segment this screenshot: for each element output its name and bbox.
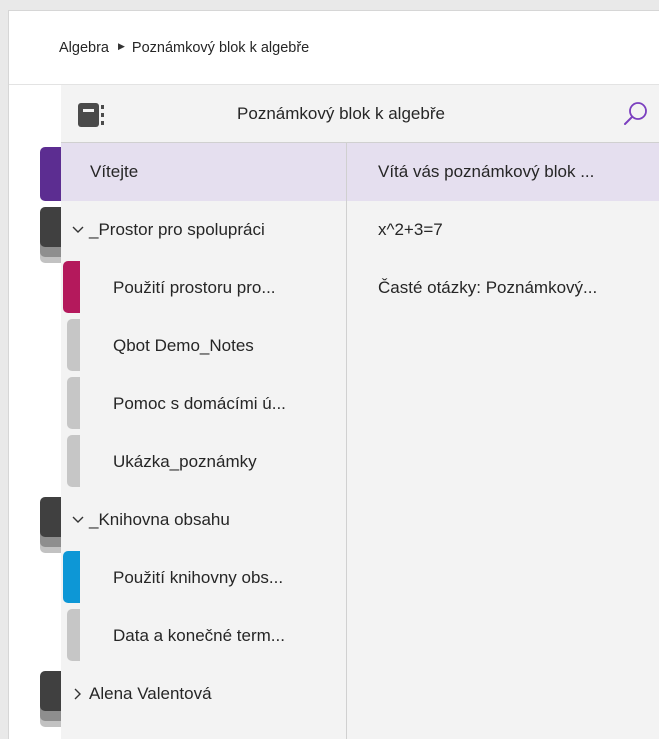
notebook-header: Poznámkový blok k algebře: [61, 85, 659, 143]
content-group-tab-stack: [40, 497, 61, 553]
section-label: Vítejte: [90, 162, 139, 181]
section-group-collab[interactable]: _Prostor pro spolupráci: [61, 201, 346, 259]
section-item[interactable]: Data a konečné term...: [61, 607, 346, 665]
section-color-tab: [67, 609, 80, 661]
chevron-down-icon[interactable]: [67, 516, 89, 524]
section-label: Pomoc s domácími ú...: [113, 394, 286, 413]
page-item[interactable]: x^2+3=7: [347, 201, 659, 259]
breadcrumb-notebook[interactable]: Poznámkový blok k algebře: [132, 40, 309, 56]
section-item[interactable]: Použití prostoru pro...: [61, 259, 346, 317]
chevron-down-icon[interactable]: [67, 226, 89, 234]
section-group-label: _Knihovna obsahu: [89, 510, 230, 529]
section-color-tab: [67, 435, 80, 487]
sections-list: Vítejte _Prostor pro spolupráci Použití …: [61, 143, 346, 739]
section-welcome[interactable]: Vítejte: [61, 143, 346, 201]
page-item[interactable]: Vítá vás poznámkový blok ...: [347, 143, 659, 201]
section-color-tab: [67, 319, 80, 371]
section-item[interactable]: Ukázka_poznámky: [61, 433, 346, 491]
section-label: Použití knihovny obs...: [113, 568, 284, 587]
section-label: Qbot Demo_Notes: [113, 336, 254, 355]
onenote-window: Algebra ▶ Poznámkový blok k algebře Pozn…: [8, 10, 659, 739]
section-color-tab: [63, 551, 80, 603]
section-label: Použití prostoru pro...: [113, 278, 276, 297]
notebook-navigation-panel: Poznámkový blok k algebře Vítejte _Prost…: [61, 84, 659, 739]
section-color-tab: [67, 377, 80, 429]
section-group-content[interactable]: _Knihovna obsahu: [61, 491, 346, 549]
collab-group-tab-stack: [40, 207, 61, 263]
chevron-right-icon[interactable]: [67, 688, 89, 700]
pages-list: Vítá vás poznámkový blok ... x^2+3=7 Čas…: [346, 143, 659, 739]
section-group-label: Alena Valentová: [89, 684, 212, 703]
breadcrumb: Algebra ▶ Poznámkový blok k algebře: [9, 11, 659, 84]
section-tab-strip: [9, 84, 61, 739]
page-title: Časté otázky: Poznámkový...: [378, 278, 598, 297]
breadcrumb-separator-icon: ▶: [117, 41, 125, 51]
section-color-tab: [63, 261, 80, 313]
section-label: Data a konečné term...: [113, 626, 285, 645]
page-item[interactable]: Časté otázky: Poznámkový...: [347, 259, 659, 317]
page-title: Vítá vás poznámkový blok ...: [378, 162, 595, 181]
section-item[interactable]: Pomoc s domácími ú...: [61, 375, 346, 433]
page-title: x^2+3=7: [378, 220, 443, 239]
student-group-tab-stack: [40, 671, 61, 727]
section-group-student[interactable]: Alena Valentová: [61, 665, 346, 723]
breadcrumb-notebook-group[interactable]: Algebra: [59, 40, 109, 56]
notebook-title[interactable]: Poznámkový blok k algebře: [61, 85, 621, 142]
search-icon[interactable]: [621, 99, 651, 129]
section-label: Ukázka_poznámky: [113, 452, 257, 471]
section-group-label: _Prostor pro spolupráci: [89, 220, 265, 239]
welcome-tab-indicator: [40, 147, 61, 201]
section-item[interactable]: Použití knihovny obs...: [61, 549, 346, 607]
section-item[interactable]: Qbot Demo_Notes: [61, 317, 346, 375]
